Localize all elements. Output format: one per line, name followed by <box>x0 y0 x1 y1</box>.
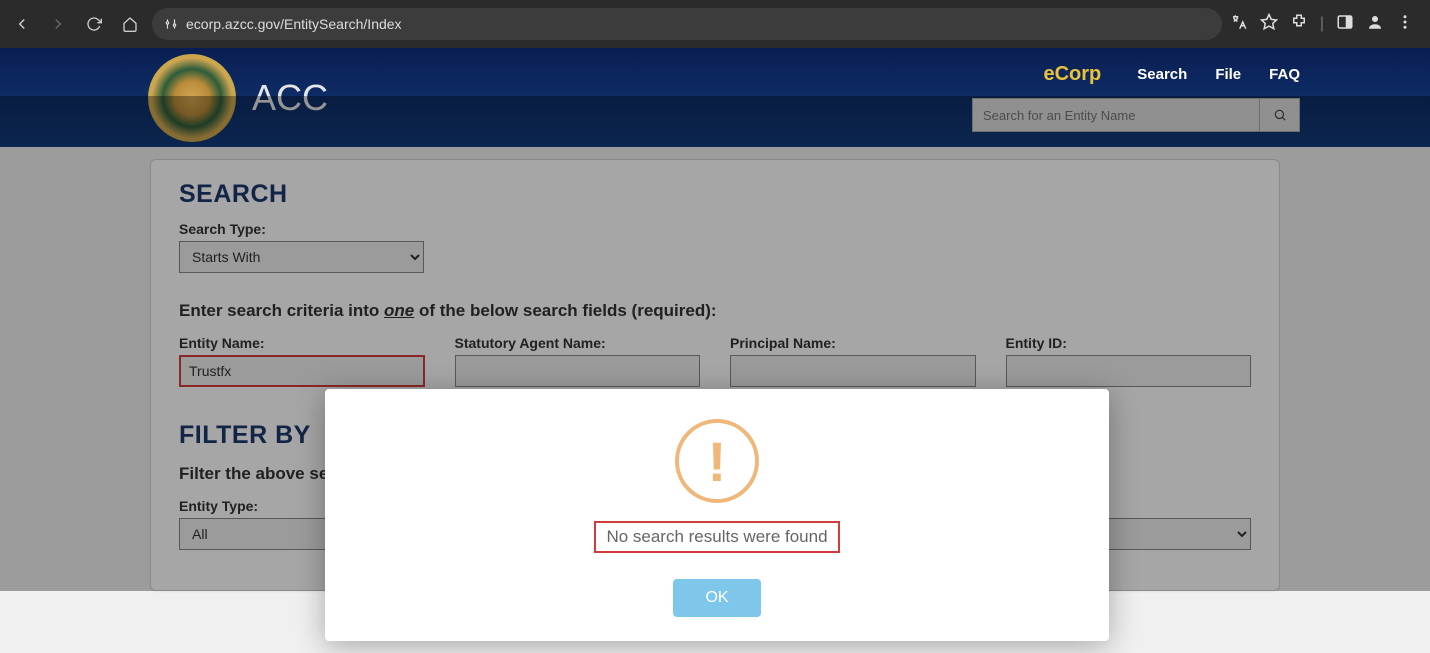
modal-message: No search results were found <box>606 527 827 546</box>
ecorp-label: eCorp <box>1043 63 1101 86</box>
header-nav: eCorp Search File FAQ <box>1043 63 1300 86</box>
url-text: ecorp.azcc.gov/EntitySearch/Index <box>186 16 402 32</box>
menu-icon[interactable] <box>1396 13 1414 36</box>
translate-icon[interactable] <box>1230 13 1248 36</box>
side-panel-icon[interactable] <box>1336 13 1354 36</box>
browser-right-icons: | <box>1230 13 1422 36</box>
home-button[interactable] <box>116 10 144 38</box>
warning-icon: ! <box>675 419 759 503</box>
bookmark-star-icon[interactable] <box>1260 13 1278 36</box>
nav-faq[interactable]: FAQ <box>1269 66 1300 83</box>
site-settings-icon <box>164 17 178 31</box>
extensions-icon[interactable] <box>1290 13 1308 36</box>
nav-search[interactable]: Search <box>1137 66 1187 83</box>
forward-button[interactable] <box>44 10 72 38</box>
no-results-modal: ! No search results were found OK <box>325 389 1109 641</box>
browser-toolbar: ecorp.azcc.gov/EntitySearch/Index | <box>0 0 1430 48</box>
modal-ok-button[interactable]: OK <box>673 579 760 617</box>
address-bar[interactable]: ecorp.azcc.gov/EntitySearch/Index <box>152 8 1222 40</box>
profile-icon[interactable] <box>1366 13 1384 36</box>
reload-button[interactable] <box>80 10 108 38</box>
back-button[interactable] <box>8 10 36 38</box>
nav-file[interactable]: File <box>1215 66 1241 83</box>
